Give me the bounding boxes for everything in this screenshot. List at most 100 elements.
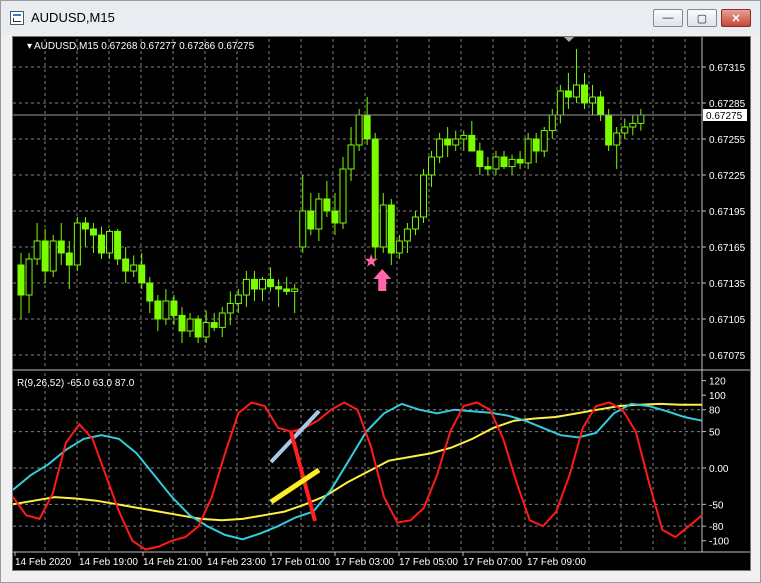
candle-body bbox=[122, 258, 130, 272]
indicator-tick-label: 80 bbox=[709, 406, 721, 417]
chart-area[interactable]: 0.67315 0.67285 0.67255 0.67225 0.67195 0.671… bbox=[12, 36, 751, 571]
candles bbox=[17, 49, 645, 343]
candle-body bbox=[363, 114, 371, 140]
candle-body bbox=[275, 286, 283, 290]
candle-body bbox=[17, 264, 25, 296]
candle-body bbox=[532, 138, 540, 152]
candle-body bbox=[387, 204, 395, 254]
dropdown-arrow-icon[interactable]: ▾ bbox=[27, 41, 32, 52]
candle-body bbox=[106, 230, 114, 254]
indicator-label: R(9,26,52) -65.0 63.0 87.0 bbox=[17, 378, 135, 389]
candle-body bbox=[218, 312, 226, 328]
candle-body bbox=[130, 264, 138, 272]
candle-body bbox=[605, 114, 613, 146]
candle-body bbox=[89, 228, 97, 236]
candle-body bbox=[283, 288, 291, 292]
indicator-lines bbox=[13, 401, 703, 551]
candle-body bbox=[597, 96, 605, 116]
time-tick-label: 17 Feb 03:00 bbox=[335, 557, 394, 568]
price-tick-label: 0.67105 bbox=[709, 315, 746, 326]
price-tick-label: 0.67225 bbox=[709, 171, 746, 182]
time-tick-label: 17 Feb 09:00 bbox=[527, 557, 586, 568]
candle-body bbox=[291, 288, 299, 292]
candle-body bbox=[65, 252, 73, 266]
candle-body bbox=[259, 278, 266, 290]
candle-body bbox=[508, 158, 516, 168]
candle-body bbox=[436, 138, 444, 158]
candle-body bbox=[484, 166, 492, 170]
grid bbox=[13, 37, 750, 553]
title-bar[interactable]: AUDUSD,M15 — ▢ ✕ bbox=[1, 1, 760, 35]
window-title: AUDUSD,M15 bbox=[31, 10, 115, 25]
indicator-tick-label: -80 bbox=[709, 522, 724, 533]
candle-body bbox=[428, 156, 436, 176]
close-button[interactable]: ✕ bbox=[721, 9, 751, 27]
candle-body bbox=[411, 216, 419, 230]
chart-window-icon bbox=[10, 11, 24, 25]
candle-body bbox=[41, 240, 49, 272]
candle-body bbox=[154, 300, 162, 320]
candle-body bbox=[444, 138, 452, 146]
price-tick-label: 0.67195 bbox=[709, 207, 746, 218]
candle-body bbox=[468, 134, 476, 152]
maximize-button[interactable]: ▢ bbox=[687, 9, 717, 27]
candle-body bbox=[202, 322, 210, 338]
candle-body bbox=[564, 90, 572, 98]
time-tick-label: 14 Feb 19:00 bbox=[79, 557, 138, 568]
time-tick-label: 17 Feb 01:00 bbox=[271, 557, 330, 568]
time-tick-label: 14 Feb 2020 bbox=[15, 557, 72, 568]
candle-body bbox=[170, 300, 178, 316]
candle-body bbox=[162, 300, 170, 320]
time-tick-label: 14 Feb 21:00 bbox=[143, 557, 202, 568]
star-marker-icon bbox=[364, 254, 378, 267]
candle-body bbox=[420, 174, 427, 218]
price-tick-label: 0.67165 bbox=[709, 243, 746, 254]
chart-canvas[interactable]: 0.67315 0.67285 0.67255 0.67225 0.67195 0.671… bbox=[13, 37, 750, 570]
chart-shift-icon[interactable] bbox=[563, 37, 575, 42]
indicator-tick-label: -100 bbox=[709, 537, 729, 548]
candle-body bbox=[49, 240, 57, 272]
candle-body bbox=[339, 168, 347, 224]
candle-body bbox=[524, 138, 532, 164]
candle-body bbox=[371, 138, 379, 248]
candle-body bbox=[347, 144, 355, 170]
indicator-axis: 120 100 80 50 0.00 -50 -80 -100 bbox=[702, 377, 729, 548]
price-tick-label: 0.67285 bbox=[709, 99, 746, 110]
candle-body bbox=[178, 314, 186, 332]
candle-body bbox=[540, 130, 548, 152]
indicator-tick-label: 100 bbox=[709, 391, 726, 402]
candle-body bbox=[226, 302, 234, 314]
candle-body bbox=[250, 278, 258, 290]
candle-body bbox=[581, 84, 588, 104]
candle-body bbox=[186, 318, 194, 332]
time-tick-label: 17 Feb 07:00 bbox=[463, 557, 522, 568]
minimize-button[interactable]: — bbox=[653, 9, 683, 27]
indicator-tick-label: 0.00 bbox=[709, 464, 729, 475]
candle-body bbox=[500, 156, 508, 168]
candle-body bbox=[355, 114, 363, 146]
candle-body bbox=[98, 234, 105, 254]
time-tick-label: 14 Feb 23:00 bbox=[207, 557, 266, 568]
annotations bbox=[364, 254, 392, 291]
candle-body bbox=[81, 222, 89, 230]
price-tick-label: 0.67135 bbox=[709, 279, 746, 290]
candle-body bbox=[57, 240, 65, 254]
indicator-tick-label: 120 bbox=[709, 377, 726, 388]
chart-window: AUDUSD,M15 — ▢ ✕ 0.67315 0.67285 0.67255 0.… bbox=[0, 0, 761, 583]
candle-body bbox=[613, 132, 621, 146]
candle-body bbox=[299, 210, 307, 248]
candle-body bbox=[403, 228, 411, 242]
cyan-line bbox=[13, 402, 703, 541]
candle-body bbox=[315, 198, 323, 230]
candle-body bbox=[516, 158, 524, 164]
candle-body bbox=[242, 278, 250, 296]
candle-body bbox=[395, 240, 403, 254]
current-price-label: 0.67275 bbox=[706, 111, 743, 122]
candle-body bbox=[331, 210, 339, 224]
candle-body bbox=[637, 114, 645, 124]
candle-body bbox=[323, 198, 331, 212]
candle-body bbox=[572, 84, 580, 98]
candle-body bbox=[492, 156, 500, 170]
candle-body bbox=[146, 282, 154, 302]
candle-body bbox=[138, 264, 146, 284]
